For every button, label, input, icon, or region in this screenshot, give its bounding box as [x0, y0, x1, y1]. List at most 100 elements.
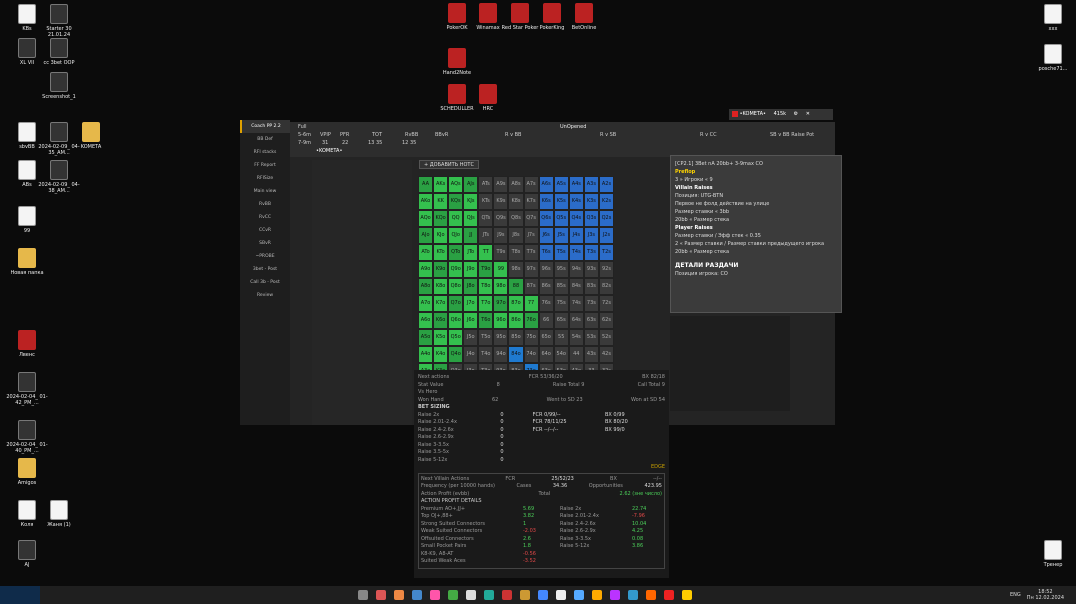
hand-cell[interactable]: Q4s — [568, 210, 584, 227]
taskbar-app-icon[interactable] — [573, 590, 584, 600]
apd-label[interactable]: ACTION PROFIT DETAILS — [421, 498, 482, 506]
tab-full[interactable]: Full — [298, 124, 307, 130]
hand-cell[interactable]: KTs — [478, 193, 494, 210]
start-button[interactable] — [0, 586, 40, 604]
hand-cell[interactable]: Q5s — [553, 210, 569, 227]
hand-cell[interactable]: Q5o — [448, 329, 464, 346]
desktop-icon[interactable]: Hand2Note — [434, 48, 480, 76]
hand-cell[interactable]: K4o — [433, 346, 449, 363]
hand-cell[interactable]: ATo — [418, 244, 434, 261]
hand-cell[interactable]: 83s — [583, 278, 599, 295]
taskbar-app-icon[interactable] — [609, 590, 620, 600]
sidebar-item[interactable]: SBvR — [240, 237, 290, 250]
hand-cell[interactable]: A5o — [418, 329, 434, 346]
sidebar-item[interactable]: RFI stacks — [240, 146, 290, 159]
hand-cell[interactable]: 54o — [553, 346, 569, 363]
hand-cell[interactable]: QTs — [478, 210, 494, 227]
hand-cell[interactable]: K9o — [433, 261, 449, 278]
desktop-icon[interactable]: 99 — [4, 206, 50, 234]
taskbar-app-icon[interactable] — [591, 590, 602, 600]
hand-cell[interactable]: 76s — [538, 295, 554, 312]
table-badge[interactable]: •KOMETA• 415k ⚙ ✕ — [729, 109, 833, 120]
hand-cell[interactable]: KQo — [433, 210, 449, 227]
desktop-icon[interactable]: HRC — [465, 84, 511, 112]
hand-cell[interactable]: T7o — [478, 295, 494, 312]
hand-cell[interactable]: Q3s — [583, 210, 599, 227]
hand-cell[interactable]: 42s — [598, 346, 614, 363]
hand-cell[interactable]: K9s — [493, 193, 509, 210]
hand-cell[interactable]: J8o — [463, 278, 479, 295]
hand-cell[interactable]: 85s — [553, 278, 569, 295]
hand-cell[interactable]: K3s — [583, 193, 599, 210]
hand-cell[interactable]: J7o — [463, 295, 479, 312]
close-icon[interactable]: ✕ — [806, 111, 810, 117]
hand-cell[interactable]: J9o — [463, 261, 479, 278]
sidebar-item[interactable]: Call 3b - Post — [240, 276, 290, 289]
tab-7-9m[interactable]: 7-9m — [298, 140, 311, 146]
hand-cell[interactable]: QJs — [463, 210, 479, 227]
hand-cell[interactable]: AQs — [448, 176, 464, 193]
hand-cell[interactable]: T5o — [478, 329, 494, 346]
hand-cell[interactable]: AKs — [433, 176, 449, 193]
hand-cell[interactable]: J8s — [508, 227, 524, 244]
hand-cell[interactable]: J9s — [493, 227, 509, 244]
hand-cell[interactable]: 93s — [583, 261, 599, 278]
hand-cell[interactable]: 65s — [553, 312, 569, 329]
hand-cell[interactable]: 96o — [493, 312, 509, 329]
hand-cell[interactable]: 64s — [568, 312, 584, 329]
hand-cell[interactable]: 94o — [493, 346, 509, 363]
hand-cell[interactable]: T9o — [478, 261, 494, 278]
hand-cell[interactable]: 76o — [523, 312, 539, 329]
desktop-icon[interactable]: Amigos — [4, 458, 50, 486]
hand-cell[interactable]: KQs — [448, 193, 464, 210]
hand-cell[interactable]: T8s — [508, 244, 524, 261]
gear-icon[interactable]: ⚙ — [794, 111, 798, 117]
hand-cell[interactable]: J4s — [568, 227, 584, 244]
hand-cell[interactable]: T3s — [583, 244, 599, 261]
hand-cell[interactable]: 98o — [493, 278, 509, 295]
hand-cell[interactable]: 92s — [598, 261, 614, 278]
hand-cell[interactable]: T4o — [478, 346, 494, 363]
hand-cell[interactable]: Q9o — [448, 261, 464, 278]
hand-cell[interactable]: AJo — [418, 227, 434, 244]
hand-cell[interactable]: K8o — [433, 278, 449, 295]
taskbar-app-icon[interactable] — [447, 590, 458, 600]
desktop-icon[interactable]: Жаня (1) — [36, 500, 82, 528]
hand-cell[interactable]: 44 — [568, 346, 584, 363]
hand-cell[interactable]: QTo — [448, 244, 464, 261]
hand-cell[interactable]: J7s — [523, 227, 539, 244]
taskbar-app-icon[interactable] — [555, 590, 566, 600]
hand-cell[interactable]: Q4o — [448, 346, 464, 363]
hand-cell[interactable]: Q6o — [448, 312, 464, 329]
hand-cell[interactable]: 97o — [493, 295, 509, 312]
hand-cell[interactable]: A3s — [583, 176, 599, 193]
hand-cell[interactable]: 63s — [583, 312, 599, 329]
hand-cell[interactable]: J3s — [583, 227, 599, 244]
hand-cell[interactable]: Q8s — [508, 210, 524, 227]
hand-cell[interactable]: KJs — [463, 193, 479, 210]
hand-cell[interactable]: Q7o — [448, 295, 464, 312]
hand-cell[interactable]: 96s — [538, 261, 554, 278]
desktop-icon[interactable]: xxx — [1030, 4, 1076, 32]
sidebar-item[interactable]: BB Def — [240, 133, 290, 146]
hand-cell[interactable]: 95o — [493, 329, 509, 346]
hand-cell[interactable]: Q8o — [448, 278, 464, 295]
taskbar-app-icon[interactable] — [465, 590, 476, 600]
desktop-icon[interactable]: 2024-02-04_ 01-42_PM_... — [4, 372, 50, 406]
hand-cell[interactable]: 55 — [553, 329, 569, 346]
taskbar-app-icon[interactable] — [501, 590, 512, 600]
desktop-icon[interactable]: 2024-02-09_ 04-38_AM... — [36, 160, 82, 194]
hand-cell[interactable]: KTo — [433, 244, 449, 261]
hand-cell[interactable]: T9s — [493, 244, 509, 261]
taskbar-app-icon[interactable] — [537, 590, 548, 600]
taskbar-app-icon[interactable] — [519, 590, 530, 600]
desktop-icon[interactable]: 2024-02-04_ 01-40_PM_... — [4, 420, 50, 454]
hand-cell[interactable]: 95s — [553, 261, 569, 278]
hand-cell[interactable]: T5s — [553, 244, 569, 261]
hand-cell[interactable]: AQo — [418, 210, 434, 227]
hand-cell[interactable]: A9o — [418, 261, 434, 278]
hand-cell[interactable]: JTo — [463, 244, 479, 261]
hand-cell[interactable]: A6s — [538, 176, 554, 193]
hand-cell[interactable]: 53s — [583, 329, 599, 346]
hand-cell[interactable]: J2s — [598, 227, 614, 244]
